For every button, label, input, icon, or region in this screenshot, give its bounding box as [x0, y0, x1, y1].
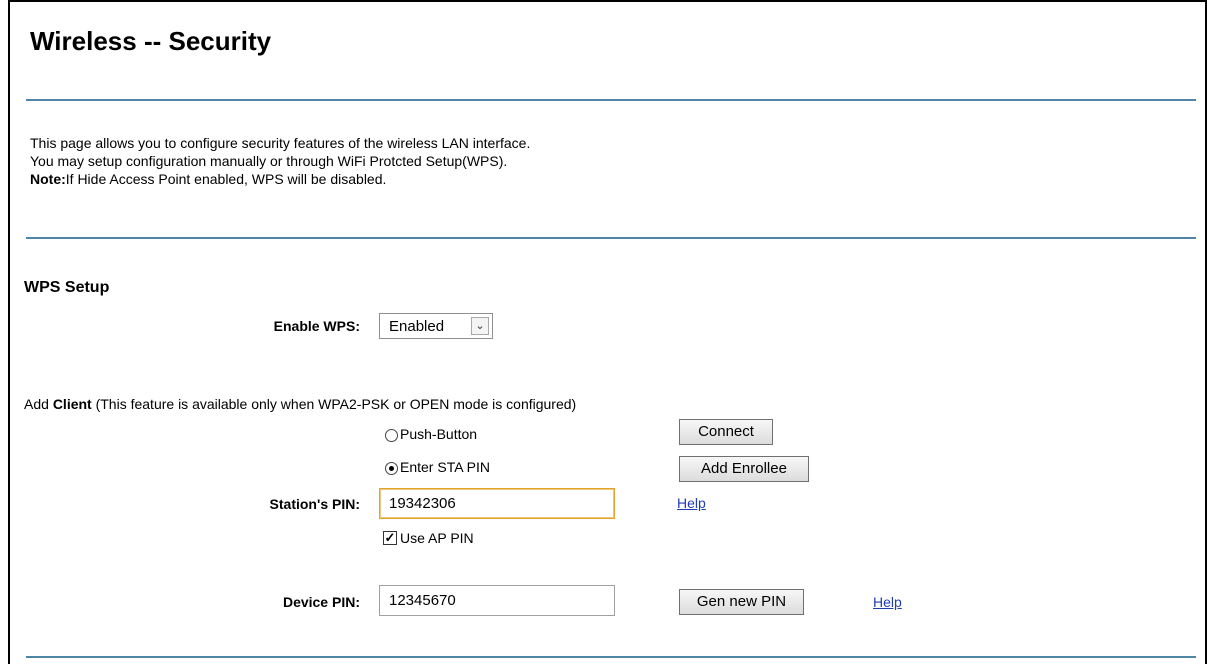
station-pin-label: Station's PIN: — [269, 496, 360, 512]
device-pin-help-link[interactable]: Help — [873, 594, 902, 610]
enable-wps-select[interactable]: Enabled ⌄ — [379, 313, 493, 339]
use-ap-pin-label: Use AP PIN — [400, 530, 474, 546]
intro-line-1: This page allows you to configure securi… — [30, 135, 531, 151]
use-ap-pin-checkbox[interactable]: ✓ — [383, 531, 397, 545]
station-pin-help-link[interactable]: Help — [677, 495, 706, 511]
divider-middle — [26, 237, 1196, 239]
device-pin-input[interactable]: 12345670 — [379, 585, 615, 616]
add-client-suffix: (This feature is available only when WPA… — [91, 396, 577, 412]
intro-line-2: You may setup configuration manually or … — [30, 153, 508, 169]
note-label: Note: — [30, 171, 66, 187]
note-text: If Hide Access Point enabled, WPS will b… — [65, 171, 387, 187]
intro-text: This page allows you to configure securi… — [30, 134, 530, 188]
gen-new-pin-button[interactable]: Gen new PIN — [679, 589, 804, 615]
push-button-label: Push-Button — [400, 426, 478, 442]
add-client-description: Add Client (This feature is available on… — [24, 396, 576, 412]
enter-sta-pin-label: Enter STA PIN — [400, 459, 490, 475]
check-icon: ✓ — [384, 530, 396, 545]
add-client-prefix: Add — [24, 396, 53, 412]
divider-top — [26, 99, 1196, 101]
page-title: Wireless -- Security — [30, 26, 272, 56]
intro-note: Note:If Hide Access Point enabled, WPS w… — [30, 170, 530, 188]
station-pin-input[interactable]: 19342306 — [379, 488, 615, 519]
add-enrollee-button[interactable]: Add Enrollee — [679, 456, 809, 482]
add-client-bold: Client — [52, 396, 92, 412]
connect-button[interactable]: Connect — [679, 419, 773, 445]
section-title-wps-setup: WPS Setup — [24, 279, 110, 296]
enable-wps-label: Enable WPS: — [273, 318, 360, 334]
chevron-down-icon[interactable]: ⌄ — [471, 317, 489, 335]
push-button-radio[interactable] — [385, 429, 398, 442]
divider-bottom — [26, 656, 1196, 658]
enter-sta-pin-radio[interactable] — [385, 462, 398, 475]
enable-wps-value: Enabled — [389, 318, 445, 335]
device-pin-label: Device PIN: — [282, 594, 360, 610]
